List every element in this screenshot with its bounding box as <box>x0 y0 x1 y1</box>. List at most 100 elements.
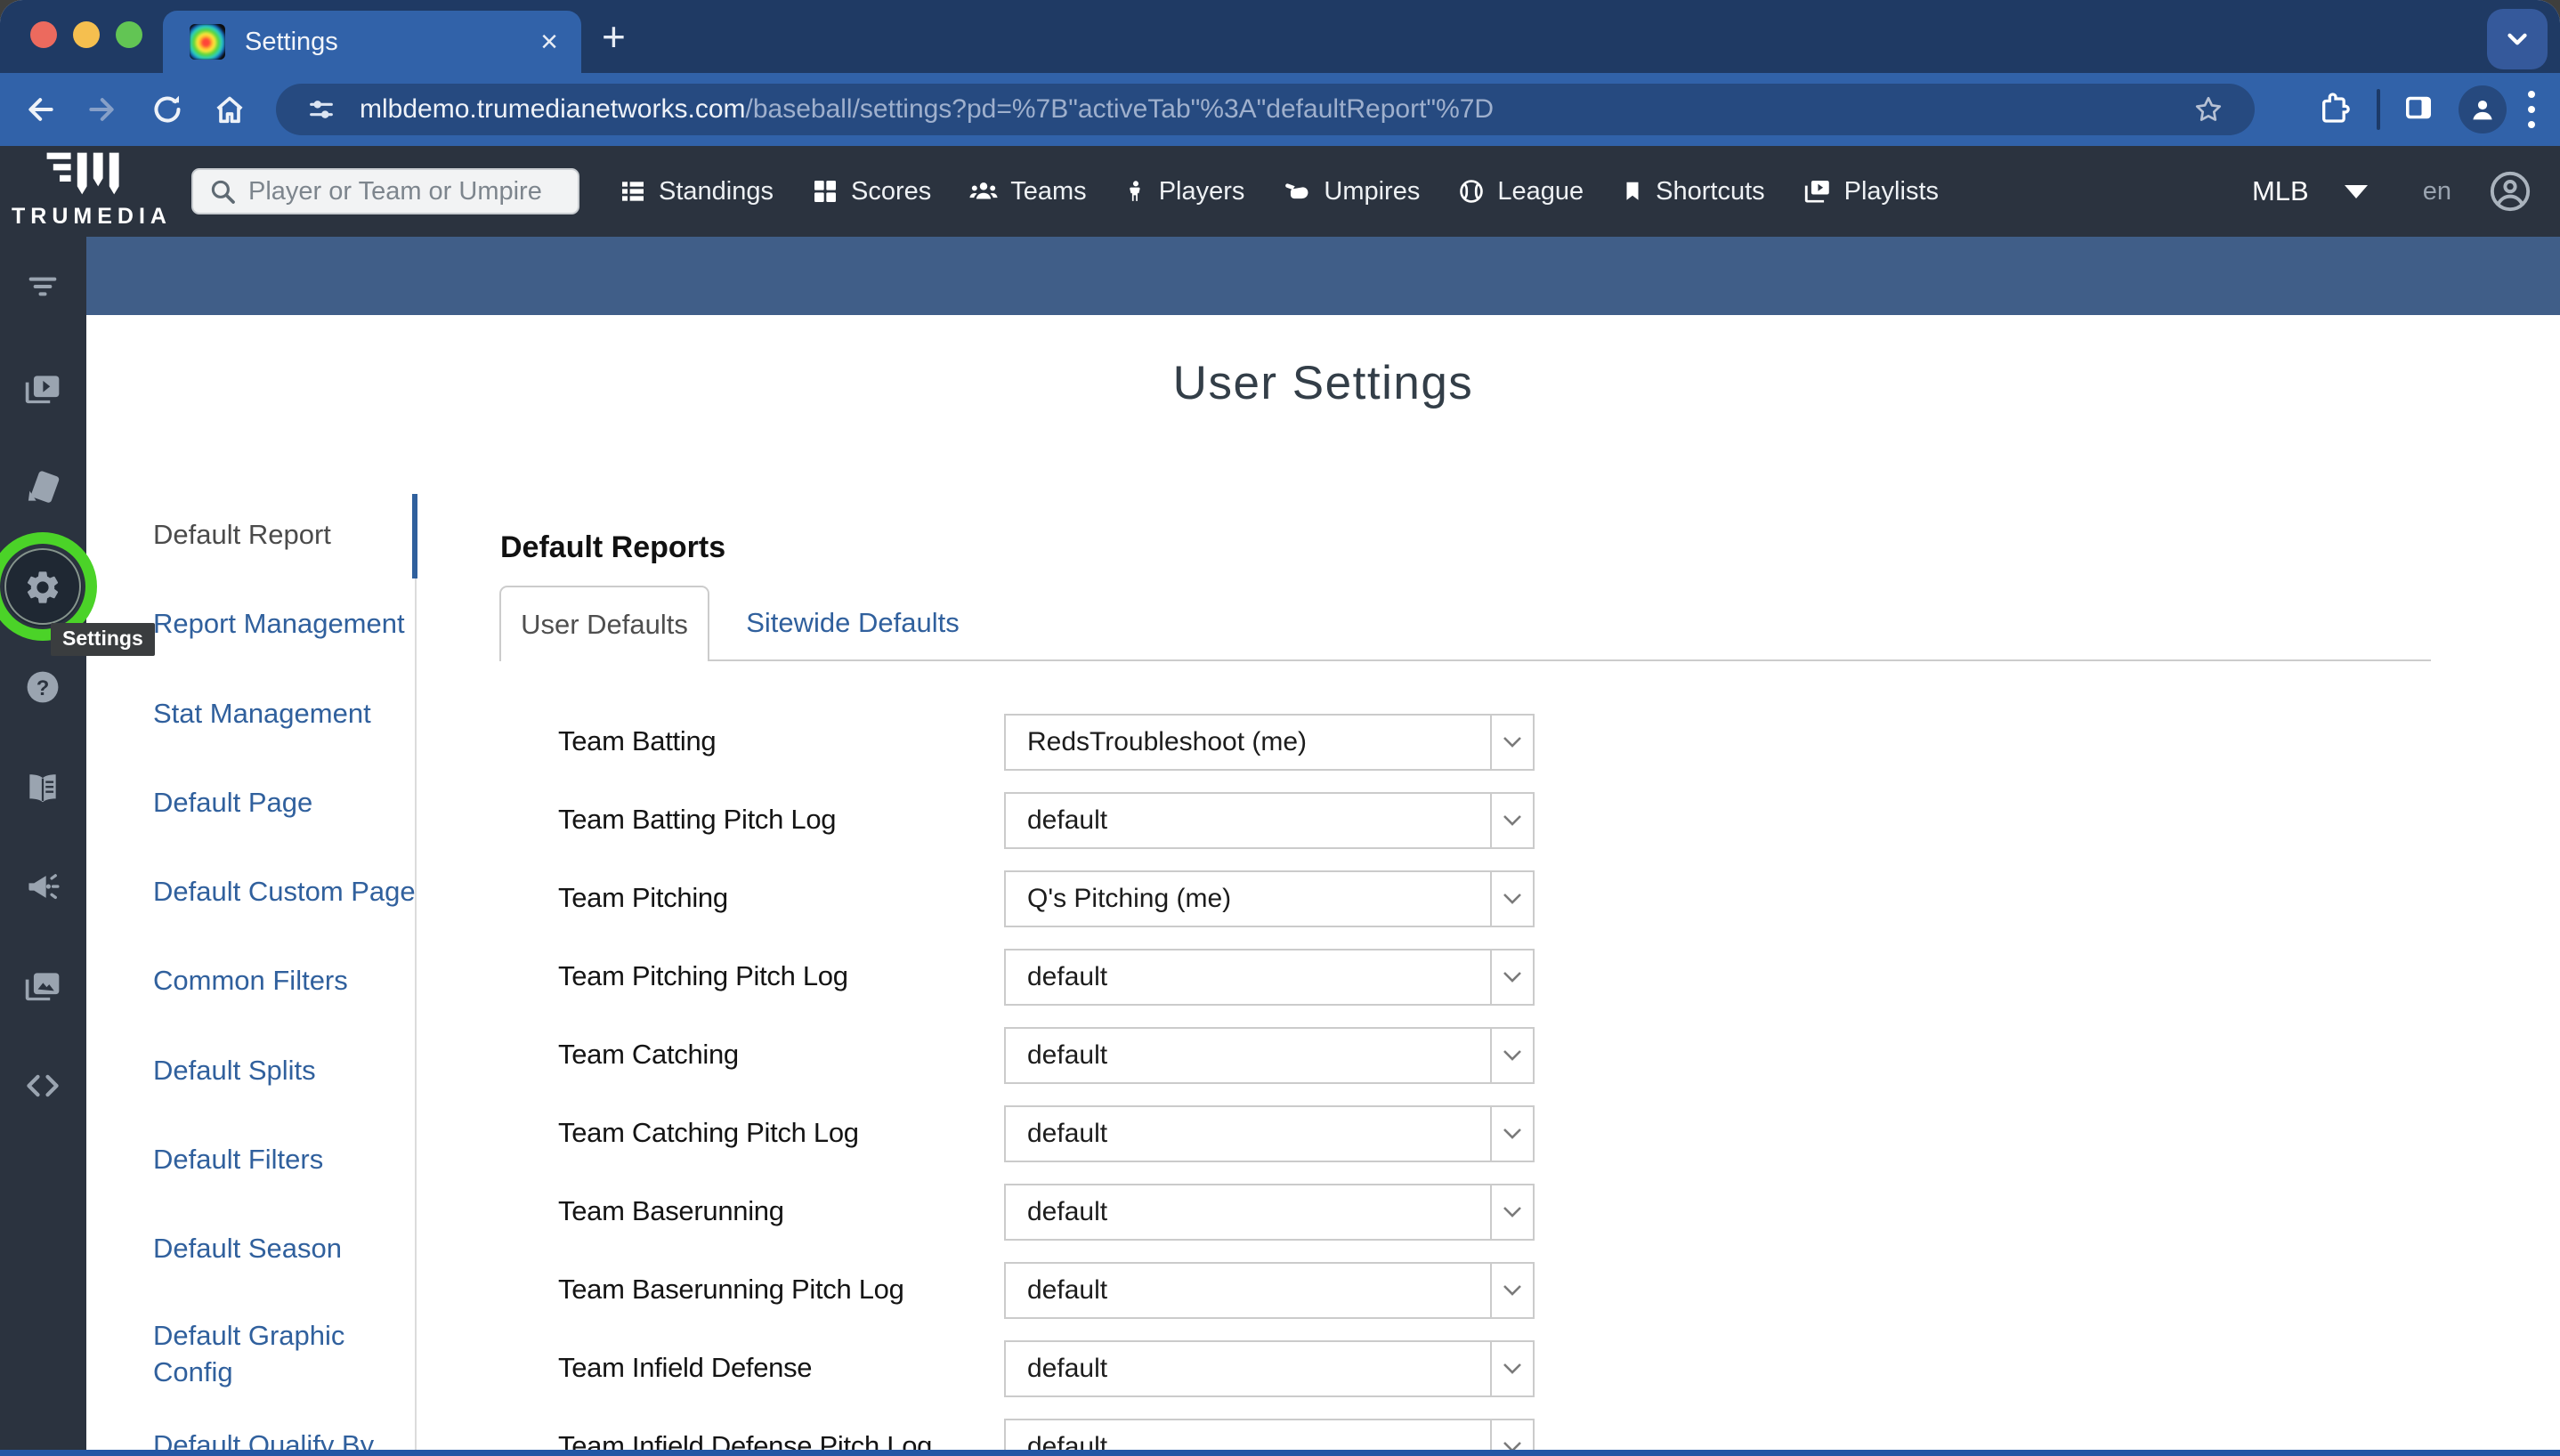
reload-button[interactable] <box>142 73 192 146</box>
nav-item-playlists[interactable]: Playlists <box>1803 176 1939 206</box>
nav-item-players[interactable]: Players <box>1124 176 1245 206</box>
sidebar-filter-button[interactable] <box>23 267 62 306</box>
select-team-pitching-pitch-log[interactable]: default <box>1004 949 1535 1006</box>
nav-label: Standings <box>659 177 774 206</box>
browser-menu-icon[interactable] <box>2528 91 2535 128</box>
chevron-down-icon[interactable] <box>1490 716 1533 769</box>
tab-sitewide-defaults[interactable]: Sitewide Defaults <box>741 586 964 659</box>
extensions-icon[interactable] <box>2318 90 2353 130</box>
account-button[interactable] <box>2487 168 2533 214</box>
settings-nav-stat-management[interactable]: Stat Management <box>153 695 420 732</box>
settings-nav-report-management[interactable]: Report Management <box>153 605 420 642</box>
nav-item-umpires[interactable]: Umpires <box>1282 176 1420 206</box>
search-input[interactable] <box>247 176 553 207</box>
umpires-icon <box>1282 176 1312 206</box>
league-selector[interactable]: MLB <box>2252 175 2309 207</box>
select-team-catching-pitch-log[interactable]: default <box>1004 1105 1535 1162</box>
url-text[interactable]: mlbdemo.trumedianetworks.com/baseball/se… <box>360 94 1494 125</box>
zoom-window-button[interactable] <box>116 21 142 48</box>
account-icon <box>2487 168 2533 214</box>
minimize-window-button[interactable] <box>73 21 100 48</box>
sidebar-graphics-button[interactable] <box>23 468 62 507</box>
browser-tab-settings[interactable]: Settings × <box>163 11 581 73</box>
settings-nav-default-splits[interactable]: Default Splits <box>153 1052 420 1088</box>
nav-item-league[interactable]: League <box>1457 177 1584 206</box>
select-team-baserunning-pitch-log[interactable]: default <box>1004 1262 1535 1319</box>
tab-user-defaults[interactable]: User Defaults <box>499 586 709 661</box>
sidebar-gallery-button[interactable] <box>23 967 62 1006</box>
select-team-infield-defense[interactable]: default <box>1004 1340 1535 1397</box>
language-selector[interactable]: en <box>2423 177 2451 206</box>
trumedia-logo[interactable]: TRUMEDIA <box>7 150 176 230</box>
chevron-down-icon <box>2502 24 2532 54</box>
url-bar[interactable]: mlbdemo.trumedianetworks.com/baseball/se… <box>276 84 2255 135</box>
sidebar-announcements-button[interactable] <box>23 868 62 907</box>
chevron-down-icon[interactable] <box>1490 1185 1533 1239</box>
settings-nav-default-report[interactable]: Default Report <box>153 516 420 553</box>
nav-item-standings[interactable]: Standings <box>619 177 774 206</box>
select-value: default <box>1027 805 1490 836</box>
bookmark-star-icon[interactable] <box>2192 93 2224 130</box>
chevron-down-icon[interactable] <box>1490 1107 1533 1161</box>
nav-item-shortcuts[interactable]: Shortcuts <box>1621 177 1765 206</box>
field-label-team-catching-pitch-log: Team Catching Pitch Log <box>558 1117 968 1149</box>
video-library-icon <box>23 369 62 408</box>
nav-item-scores[interactable]: Scores <box>811 177 931 206</box>
settings-nav-common-filters[interactable]: Common Filters <box>153 962 420 999</box>
forward-arrow-icon <box>84 92 119 127</box>
browser-profile-avatar[interactable] <box>2459 85 2507 133</box>
chevron-down-icon[interactable] <box>1490 1342 1533 1395</box>
league-caret-icon[interactable] <box>2345 185 2368 198</box>
select-team-pitching[interactable]: Q's Pitching (me) <box>1004 870 1535 927</box>
home-button[interactable] <box>205 73 255 146</box>
settings-nav-default-page[interactable]: Default Page <box>153 784 420 821</box>
chevron-down-icon[interactable] <box>1490 1264 1533 1317</box>
chevron-down-icon[interactable] <box>1490 872 1533 926</box>
filter-icon <box>25 269 61 304</box>
nav-label: Scores <box>851 177 931 206</box>
site-info-icon[interactable] <box>306 94 336 125</box>
window-controls <box>30 21 142 48</box>
field-label-team-baserunning: Team Baserunning <box>558 1195 968 1227</box>
forward-button[interactable] <box>77 73 126 146</box>
nav-item-teams[interactable]: Teams <box>968 176 1086 206</box>
person-icon <box>2467 94 2498 125</box>
chevron-down-icon[interactable] <box>1490 1029 1533 1082</box>
side-panel-icon[interactable] <box>2400 89 2437 131</box>
sidebar-help-button[interactable]: ? <box>23 667 62 707</box>
sidebar-video-library-button[interactable] <box>23 369 62 408</box>
settings-nav-default-graphic-config[interactable]: Default Graphic Config <box>153 1317 349 1390</box>
nav-label: Players <box>1159 177 1245 206</box>
home-icon <box>212 92 247 127</box>
field-label-team-batting: Team Batting <box>558 725 968 757</box>
scores-icon <box>811 177 839 206</box>
close-window-button[interactable] <box>30 21 57 48</box>
select-team-batting[interactable]: RedsTroubleshoot (me) <box>1004 714 1535 771</box>
tab-search-button[interactable] <box>2487 9 2548 69</box>
main-content: User Settings Default Report Report Mana… <box>86 315 2560 1456</box>
embed-code-icon <box>23 1065 62 1106</box>
sidebar-settings-button[interactable] <box>23 568 62 607</box>
sidebar-glossary-button[interactable] <box>23 769 62 808</box>
select-team-baserunning[interactable]: default <box>1004 1184 1535 1241</box>
settings-nav-active-accent <box>412 494 417 578</box>
global-search[interactable] <box>191 168 579 214</box>
settings-nav-default-season[interactable]: Default Season <box>153 1230 420 1266</box>
select-team-batting-pitch-log[interactable]: default <box>1004 792 1535 849</box>
browser-toolbar: mlbdemo.trumedianetworks.com/baseball/se… <box>0 73 2560 146</box>
field-label-team-infield-defense: Team Infield Defense <box>558 1352 968 1384</box>
toolbar-divider <box>2377 89 2380 130</box>
settings-tooltip: Settings <box>51 623 155 656</box>
select-team-catching[interactable]: default <box>1004 1027 1535 1084</box>
sidebar-embed-button[interactable] <box>23 1066 62 1105</box>
browser-tab-bar: Settings × + <box>0 0 2560 73</box>
back-button[interactable] <box>16 73 66 146</box>
settings-nav-default-custom-page[interactable]: Default Custom Page <box>153 873 420 910</box>
teams-icon <box>968 176 999 206</box>
chevron-down-icon[interactable] <box>1490 794 1533 847</box>
settings-nav-default-filters[interactable]: Default Filters <box>153 1141 420 1177</box>
chevron-down-icon[interactable] <box>1490 950 1533 1004</box>
select-value: Q's Pitching (me) <box>1027 884 1490 914</box>
new-tab-button[interactable]: + <box>602 16 626 57</box>
close-tab-icon[interactable]: × <box>540 27 558 57</box>
